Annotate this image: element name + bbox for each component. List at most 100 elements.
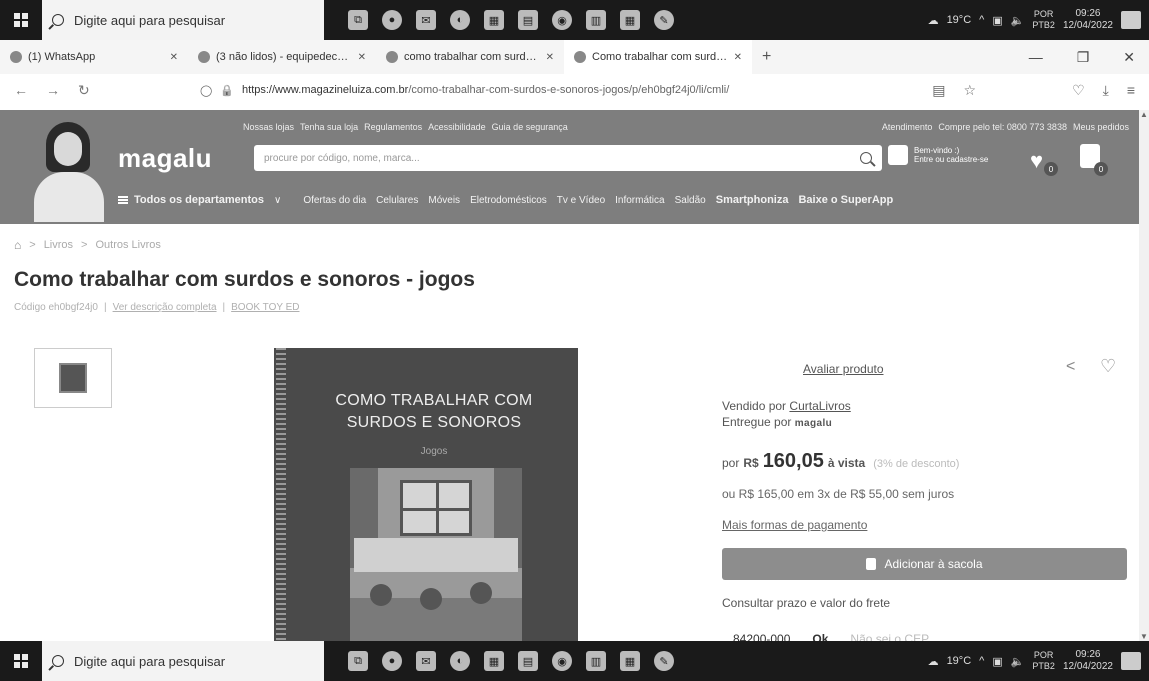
lock-icon[interactable]: 🔒 — [220, 84, 234, 97]
calculator-icon[interactable]: ▥ — [586, 651, 606, 671]
link-tenha-sua-loja[interactable]: Tenha sua loja — [300, 122, 358, 132]
mail-icon[interactable]: ✉ — [416, 10, 436, 30]
close-icon[interactable]: ✕ — [734, 52, 742, 63]
link-regulamentos[interactable]: Regulamentos — [364, 122, 422, 132]
chevron-down-icon[interactable]: ∨ — [274, 195, 281, 206]
mail-icon[interactable]: ✉ — [416, 651, 436, 671]
reader-icon[interactable]: ▤ — [932, 82, 945, 99]
tab-magalu-product[interactable]: Como trabalhar com surdos e s ✕ — [564, 40, 752, 74]
weather-icon[interactable]: ☁ — [928, 14, 939, 27]
clock[interactable]: 09:26 12/04/2022 — [1063, 649, 1113, 673]
nav-smartphoniza[interactable]: Smartphoniza — [716, 194, 789, 206]
full-description-link[interactable]: Ver descrição completa — [113, 302, 217, 313]
cep-ok-button[interactable]: Ok — [812, 632, 828, 641]
product-thumbnail[interactable] — [34, 348, 112, 408]
cep-unknown-link[interactable]: Não sei o CEP — [850, 632, 929, 641]
scroll-up-icon[interactable]: ▲ — [1140, 110, 1148, 119]
link-acessibilidade[interactable]: Acessibilidade — [428, 122, 486, 132]
reload-icon[interactable]: ↻ — [78, 82, 90, 99]
nav-saldao[interactable]: Saldão — [675, 195, 706, 206]
excel-icon[interactable]: ▦ — [484, 651, 504, 671]
close-icon[interactable]: ✕ — [546, 52, 554, 63]
link-meus-pedidos[interactable]: Meus pedidos — [1073, 122, 1129, 132]
tab-yahoo-mail[interactable]: (3 não lidos) - equipedec@yah ✕ — [188, 40, 376, 74]
task-view-icon[interactable]: ⧉ — [348, 10, 368, 30]
nav-moveis[interactable]: Móveis — [428, 195, 460, 206]
download-icon[interactable]: ⤓ — [1103, 82, 1109, 99]
product-main-image[interactable]: COMO TRABALHAR COM SURDOS E SONOROS Jogo… — [274, 348, 578, 641]
nav-ofertas[interactable]: Ofertas do dia — [303, 195, 366, 206]
departments-menu[interactable]: Todos os departamentos — [118, 194, 264, 206]
payment-methods-link[interactable]: Mais formas de pagamento — [722, 518, 867, 532]
paint-icon[interactable]: ✎ — [654, 651, 674, 671]
tab-google-search[interactable]: como trabalhar com surdos e s ✕ — [376, 40, 564, 74]
weather-temp[interactable]: 19°C — [947, 14, 972, 26]
language-indicator[interactable]: POR PTB2 — [1032, 650, 1055, 672]
chrome-icon[interactable]: ● — [382, 10, 402, 30]
menu-icon[interactable]: ≡ — [1127, 82, 1135, 99]
edge-icon[interactable]: ◐ — [450, 651, 470, 671]
url-field[interactable]: ◯ 🔒 https://www.magazineluiza.com.br/com… — [200, 84, 932, 97]
search-icon[interactable] — [860, 152, 872, 164]
close-icon[interactable]: ✕ — [170, 52, 178, 63]
add-to-bag-button[interactable]: Adicionar à sacola — [722, 548, 1127, 580]
clock[interactable]: 09:26 12/04/2022 — [1063, 8, 1113, 32]
start-button[interactable] — [0, 0, 42, 40]
product-search-input[interactable]: procure por código, nome, marca... — [254, 145, 882, 171]
chrome-icon[interactable]: ● — [382, 651, 402, 671]
nav-celulares[interactable]: Celulares — [376, 195, 418, 206]
cep-input[interactable]: 84200-000 — [733, 632, 790, 641]
restore-icon[interactable]: ❐ — [1077, 49, 1090, 66]
weather-temp[interactable]: 19°C — [947, 655, 972, 667]
volume-icon[interactable]: 🔈 — [1011, 655, 1025, 668]
notification-icon[interactable] — [1121, 11, 1141, 29]
nav-eletrodomesticos[interactable]: Eletrodomésticos — [470, 195, 547, 206]
link-atendimento[interactable]: Atendimento — [882, 122, 933, 132]
language-indicator[interactable]: POR PTB2 — [1032, 9, 1055, 31]
breadcrumb-outros-livros[interactable]: Outros Livros — [95, 239, 160, 251]
excel-2-icon[interactable]: ▦ — [620, 651, 640, 671]
start-button[interactable] — [0, 641, 42, 681]
task-view-icon[interactable]: ⧉ — [348, 651, 368, 671]
nav-superapp[interactable]: Baixe o SuperApp — [798, 194, 893, 206]
excel-icon[interactable]: ▦ — [484, 10, 504, 30]
brand-link[interactable]: BOOK TOY ED — [231, 302, 299, 313]
back-icon[interactable]: ← — [14, 82, 28, 99]
close-icon[interactable]: ✕ — [358, 52, 366, 63]
edge-icon[interactable]: ◐ — [450, 10, 470, 30]
magalu-logo[interactable]: magalu — [118, 143, 212, 174]
close-window-icon[interactable]: ✕ — [1123, 49, 1135, 66]
link-telefone[interactable]: Compre pelo tel: 0800 773 3838 — [938, 122, 1067, 132]
pocket-icon[interactable]: ♡ — [1072, 82, 1085, 99]
network-icon[interactable]: ▣ — [992, 655, 1002, 668]
favorite-heart-icon[interactable]: ♡ — [1100, 356, 1116, 377]
link-guia-seguranca[interactable]: Guia de segurança — [492, 122, 568, 132]
link-nossas-lojas[interactable]: Nossas lojas — [243, 122, 294, 132]
breadcrumb-livros[interactable]: Livros — [44, 239, 73, 251]
store-icon[interactable]: ◉ — [552, 10, 572, 30]
forward-icon[interactable]: → — [46, 82, 60, 99]
scroll-down-icon[interactable]: ▼ — [1140, 632, 1148, 641]
seller-link[interactable]: CurtaLivros — [789, 399, 850, 413]
photos-icon[interactable]: ▤ — [518, 651, 538, 671]
calculator-icon[interactable]: ▥ — [586, 10, 606, 30]
wishlist-heart-icon[interactable]: ♥ — [1030, 148, 1043, 174]
bookmark-star-icon[interactable]: ☆ — [964, 82, 977, 99]
new-tab-button[interactable]: + — [752, 48, 781, 66]
login-area[interactable]: Bem-vindo :) Entre ou cadastre-se — [888, 145, 988, 165]
store-icon[interactable]: ◉ — [552, 651, 572, 671]
network-icon[interactable]: ▣ — [992, 14, 1002, 27]
notification-icon[interactable] — [1121, 652, 1141, 670]
paint-icon[interactable]: ✎ — [654, 10, 674, 30]
photos-icon[interactable]: ▤ — [518, 10, 538, 30]
share-icon[interactable]: < — [1066, 358, 1075, 376]
excel-2-icon[interactable]: ▦ — [620, 10, 640, 30]
weather-icon[interactable]: ☁ — [928, 655, 939, 668]
taskbar-search[interactable]: Digite aqui para pesquisar — [42, 0, 324, 40]
chevron-up-icon[interactable]: ^ — [979, 655, 984, 667]
shield-icon[interactable]: ◯ — [200, 84, 212, 97]
taskbar-search[interactable]: Digite aqui para pesquisar — [42, 641, 324, 681]
home-icon[interactable]: ⌂ — [14, 238, 21, 252]
nav-tv-video[interactable]: Tv e Vídeo — [557, 195, 605, 206]
minimize-icon[interactable]: — — [1029, 49, 1043, 66]
